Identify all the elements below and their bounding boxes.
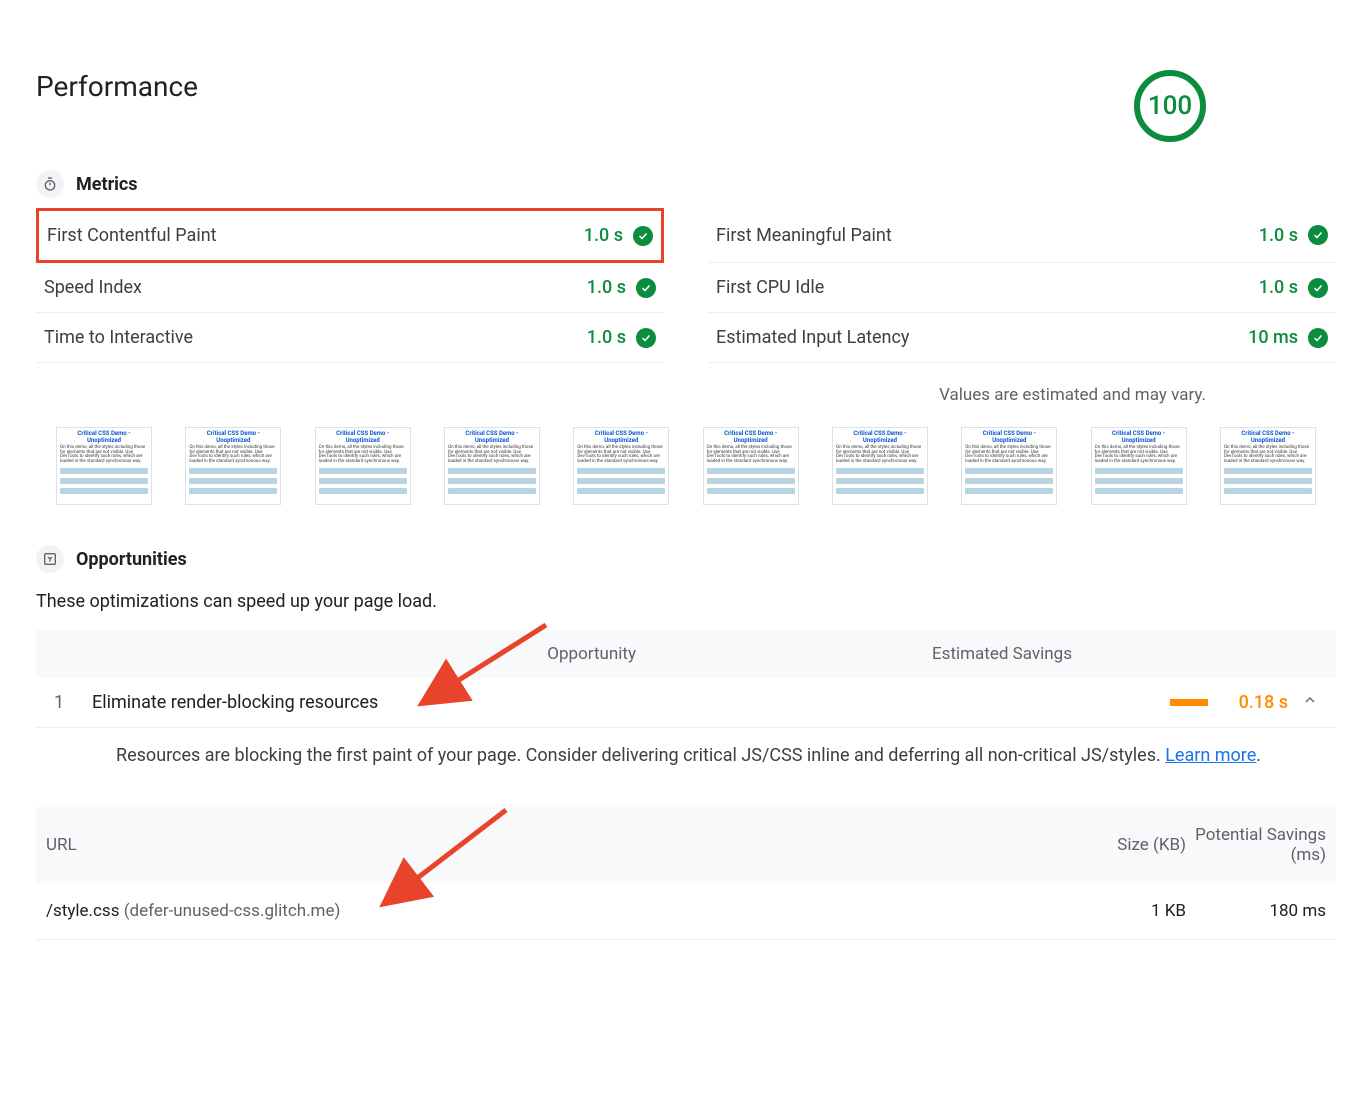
check-icon <box>1308 328 1328 348</box>
resource-savings: 180 ms <box>1186 901 1326 921</box>
col-size: Size (KB) <box>1056 835 1186 855</box>
opportunities-heading: Opportunities <box>76 549 187 570</box>
metrics-grid: First Contentful Paint1.0 sFirst Meaning… <box>36 208 1336 363</box>
metric-value: 1.0 s <box>1259 225 1298 246</box>
filmstrip-frame: Critical CSS Demo - UnoptimizedOn this d… <box>832 427 928 505</box>
opportunity-savings: 0.18 s <box>1218 692 1288 713</box>
chevron-up-icon[interactable] <box>1288 692 1318 713</box>
metric-row[interactable]: First Contentful Paint 1.0 s <box>36 208 664 263</box>
check-icon <box>636 278 656 298</box>
opportunity-detail: Resources are blocking the first paint o… <box>36 728 1336 783</box>
resources-table: URL Size (KB) Potential Savings (ms) /st… <box>36 807 1336 940</box>
metrics-section-header: Metrics <box>36 170 1336 198</box>
col-url: URL <box>46 835 1056 855</box>
metric-value: 1.0 s <box>587 327 626 348</box>
savings-bar <box>1170 699 1208 706</box>
col-opportunity: Opportunity <box>54 644 686 664</box>
filmstrip-frame: Critical CSS Demo - UnoptimizedOn this d… <box>703 427 799 505</box>
opportunity-row[interactable]: 1 Eliminate render-blocking resources 0.… <box>36 678 1336 728</box>
filmstrip-frame: Critical CSS Demo - UnoptimizedOn this d… <box>573 427 669 505</box>
check-icon <box>1308 278 1328 298</box>
col-potential-savings: Potential Savings (ms) <box>1186 825 1326 865</box>
check-icon <box>636 328 656 348</box>
filmstrip-frame: Critical CSS Demo - UnoptimizedOn this d… <box>444 427 540 505</box>
learn-more-link[interactable]: Learn more <box>1165 745 1256 766</box>
metric-value: 1.0 s <box>587 277 626 298</box>
resource-row: /style.css (defer-unused-css.glitch.me) … <box>36 883 1336 940</box>
metric-label: Estimated Input Latency <box>716 327 909 348</box>
filmstrip-frame: Critical CSS Demo - UnoptimizedOn this d… <box>1220 427 1316 505</box>
resource-path: /style.css <box>46 901 119 921</box>
check-icon <box>1308 225 1328 245</box>
filmstrip-frame: Critical CSS Demo - UnoptimizedOn this d… <box>56 427 152 505</box>
metric-value: 1.0 s <box>584 225 623 246</box>
score-value: 100 <box>1148 91 1192 121</box>
check-icon <box>633 226 653 246</box>
opportunity-index: 1 <box>54 692 92 713</box>
filmstrip-frame: Critical CSS Demo - UnoptimizedOn this d… <box>961 427 1057 505</box>
metric-row[interactable]: First CPU Idle 1.0 s <box>708 263 1336 313</box>
metric-label: First CPU Idle <box>716 277 824 298</box>
resource-url: /style.css (defer-unused-css.glitch.me) <box>46 901 1056 921</box>
opportunities-section-header: Opportunities <box>36 545 1336 573</box>
col-estimated-savings: Estimated Savings <box>686 644 1318 664</box>
metric-value: 10 ms <box>1248 327 1298 348</box>
metric-row[interactable]: Speed Index 1.0 s <box>36 263 664 313</box>
metric-value: 1.0 s <box>1259 277 1298 298</box>
page-title: Performance <box>36 70 198 103</box>
metric-label: First Meaningful Paint <box>716 225 892 246</box>
performance-score-gauge: 100 <box>1134 70 1206 142</box>
metric-row[interactable]: Time to Interactive 1.0 s <box>36 313 664 363</box>
opportunities-table-header: Opportunity Estimated Savings <box>36 630 1336 678</box>
metric-label: Speed Index <box>44 277 142 298</box>
savings-bar-cell <box>1078 699 1218 706</box>
stopwatch-icon <box>36 170 64 198</box>
opportunity-detail-suffix: . <box>1256 745 1261 766</box>
metrics-heading: Metrics <box>76 174 138 195</box>
filmstrip-frame: Critical CSS Demo - UnoptimizedOn this d… <box>185 427 281 505</box>
filmstrip-frame: Critical CSS Demo - UnoptimizedOn this d… <box>1091 427 1187 505</box>
metric-label: First Contentful Paint <box>47 225 217 246</box>
resource-host: (defer-unused-css.glitch.me) <box>124 901 341 921</box>
filmstrip-frame: Critical CSS Demo - UnoptimizedOn this d… <box>315 427 411 505</box>
resources-header: URL Size (KB) Potential Savings (ms) <box>36 807 1336 883</box>
opportunity-detail-text: Resources are blocking the first paint o… <box>116 745 1165 766</box>
filmstrip: Critical CSS Demo - UnoptimizedOn this d… <box>36 427 1336 505</box>
resource-size: 1 KB <box>1056 901 1186 921</box>
metric-row[interactable]: First Meaningful Paint 1.0 s <box>708 208 1336 263</box>
metric-label: Time to Interactive <box>44 327 193 348</box>
estimate-note: Values are estimated and may vary. <box>36 385 1336 405</box>
opportunity-name: Eliminate render-blocking resources <box>92 692 1078 713</box>
opportunities-description: These optimizations can speed up your pa… <box>36 591 1336 612</box>
metric-row[interactable]: Estimated Input Latency 10 ms <box>708 313 1336 363</box>
opportunities-icon <box>36 545 64 573</box>
